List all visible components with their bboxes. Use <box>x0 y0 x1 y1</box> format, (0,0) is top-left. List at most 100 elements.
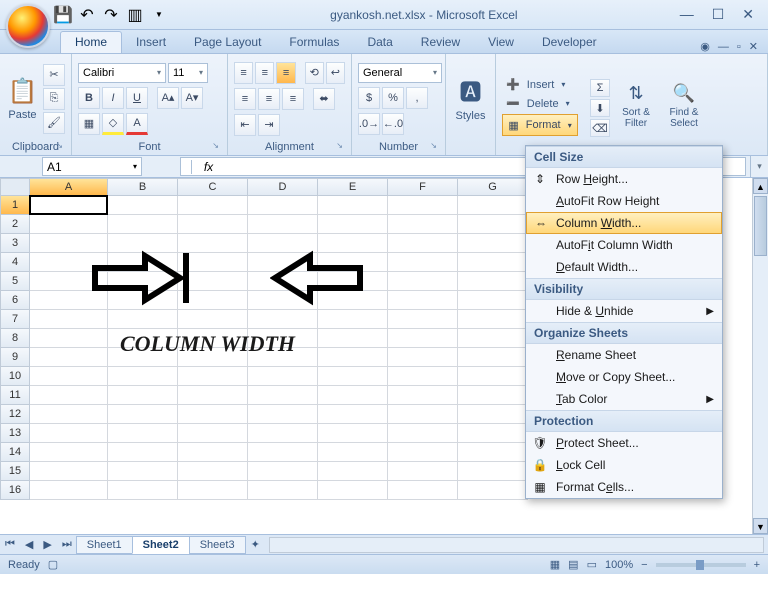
fill-button[interactable]: ⬇ <box>590 99 610 117</box>
tab-view[interactable]: View <box>474 32 528 53</box>
row-header[interactable]: 10 <box>0 367 30 386</box>
column-header[interactable]: B <box>108 178 178 196</box>
sort-filter-button[interactable]: ⇅ Sort & Filter <box>614 57 658 155</box>
cell[interactable] <box>178 215 248 234</box>
tab-home[interactable]: Home <box>60 31 122 53</box>
cell[interactable] <box>388 386 458 405</box>
cell[interactable] <box>458 215 528 234</box>
font-size-combo[interactable]: 11▾ <box>168 63 208 83</box>
menu-tab-color[interactable]: Tab Color▶ <box>526 388 722 410</box>
cell[interactable] <box>388 215 458 234</box>
view-normal-icon[interactable]: ▦ <box>550 558 560 571</box>
bottom-align-button[interactable]: ≡ <box>276 62 295 84</box>
currency-button[interactable]: $ <box>358 87 380 109</box>
cell[interactable] <box>30 405 108 424</box>
cell[interactable] <box>178 405 248 424</box>
merge-cells-button[interactable]: ⬌ <box>313 88 335 110</box>
column-header[interactable]: D <box>248 178 318 196</box>
cell[interactable] <box>388 253 458 272</box>
column-header[interactable]: C <box>178 178 248 196</box>
cell[interactable] <box>318 405 388 424</box>
menu-default-width[interactable]: Default Width... <box>526 256 722 278</box>
bold-button[interactable]: B <box>78 87 100 109</box>
cell[interactable] <box>108 367 178 386</box>
cell[interactable] <box>458 291 528 310</box>
format-painter-button[interactable]: 🖌 <box>43 112 65 134</box>
font-color-button[interactable]: A <box>126 113 148 135</box>
zoom-out-button[interactable]: − <box>641 559 647 571</box>
macro-record-icon[interactable]: ▢ <box>48 558 58 571</box>
find-select-button[interactable]: 🔍 Find & Select <box>662 57 706 155</box>
underline-button[interactable]: U <box>126 87 148 109</box>
cell[interactable] <box>458 310 528 329</box>
top-align-button[interactable]: ≡ <box>234 62 253 84</box>
cell[interactable] <box>458 272 528 291</box>
delete-cells-button[interactable]: ➖ Delete ▾ <box>502 95 578 112</box>
cell[interactable] <box>388 310 458 329</box>
italic-button[interactable]: I <box>102 87 124 109</box>
cell[interactable] <box>388 462 458 481</box>
undo-icon[interactable]: ↶ <box>78 6 96 24</box>
cell[interactable] <box>458 348 528 367</box>
row-header[interactable]: 15 <box>0 462 30 481</box>
cell[interactable] <box>30 386 108 405</box>
cell[interactable] <box>388 291 458 310</box>
cell[interactable] <box>318 481 388 500</box>
column-header[interactable]: G <box>458 178 528 196</box>
cell[interactable] <box>388 234 458 253</box>
sheet-nav-last-icon[interactable]: ⏭ <box>57 538 77 551</box>
cell[interactable] <box>318 367 388 386</box>
tab-data[interactable]: Data <box>353 32 406 53</box>
cell[interactable] <box>388 272 458 291</box>
sheet-nav-first-icon[interactable]: ⏮ <box>0 538 20 551</box>
row-header[interactable]: 8 <box>0 329 30 348</box>
row-header[interactable]: 7 <box>0 310 30 329</box>
cell[interactable] <box>248 405 318 424</box>
clear-button[interactable]: ⌫ <box>590 119 610 137</box>
menu-column-width[interactable]: ⇔Column Width... <box>526 212 722 234</box>
cell[interactable] <box>248 462 318 481</box>
sheet-tab-3[interactable]: Sheet3 <box>189 536 246 554</box>
cell[interactable] <box>388 367 458 386</box>
row-header[interactable]: 11 <box>0 386 30 405</box>
cell[interactable] <box>458 196 528 215</box>
cell[interactable] <box>458 443 528 462</box>
grow-font-button[interactable]: A▴ <box>157 87 179 109</box>
cell[interactable] <box>108 462 178 481</box>
tab-insert[interactable]: Insert <box>122 32 180 53</box>
cell[interactable] <box>458 234 528 253</box>
horizontal-scrollbar[interactable] <box>269 537 764 553</box>
column-header[interactable]: E <box>318 178 388 196</box>
cell[interactable] <box>248 196 318 215</box>
cell[interactable] <box>248 481 318 500</box>
cell[interactable] <box>178 386 248 405</box>
row-header[interactable]: 13 <box>0 424 30 443</box>
minimize-button[interactable]: — <box>680 6 694 23</box>
middle-align-button[interactable]: ≡ <box>255 62 274 84</box>
increase-indent-button[interactable]: ⇥ <box>258 114 280 136</box>
cell[interactable] <box>30 424 108 443</box>
view-pagebreak-icon[interactable]: ▭ <box>587 558 597 571</box>
row-header[interactable]: 14 <box>0 443 30 462</box>
cell[interactable] <box>248 215 318 234</box>
maximize-button[interactable]: ☐ <box>712 6 725 23</box>
row-header[interactable]: 3 <box>0 234 30 253</box>
qat-dropdown-icon[interactable]: ▼ <box>150 6 168 24</box>
cell[interactable] <box>318 462 388 481</box>
borders-button[interactable]: ▦ <box>78 113 100 135</box>
cell[interactable] <box>458 386 528 405</box>
cell[interactable] <box>458 462 528 481</box>
percent-button[interactable]: % <box>382 87 404 109</box>
decrease-decimal-button[interactable]: ←.0 <box>382 113 404 135</box>
row-header[interactable]: 9 <box>0 348 30 367</box>
office-button[interactable] <box>6 4 50 48</box>
cell[interactable] <box>318 443 388 462</box>
cell[interactable] <box>30 443 108 462</box>
new-sheet-icon[interactable]: ✦ <box>246 538 265 551</box>
cell[interactable] <box>458 367 528 386</box>
align-right-button[interactable]: ≡ <box>282 88 304 110</box>
qat-custom-icon[interactable]: ▥ <box>126 6 144 24</box>
active-cell[interactable] <box>29 195 108 215</box>
select-all-corner[interactable] <box>0 178 30 196</box>
zoom-level[interactable]: 100% <box>605 559 633 571</box>
